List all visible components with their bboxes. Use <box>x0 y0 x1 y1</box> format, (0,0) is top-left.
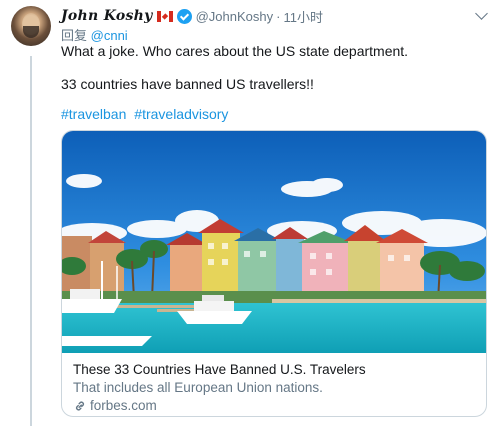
card-description: That includes all European Union nations… <box>73 380 323 395</box>
tweet-text-line-2: 33 countries have banned US travellers!! <box>61 76 314 92</box>
reply-mention-link[interactable]: @cnni <box>91 28 128 43</box>
thread-connector-line <box>30 56 32 426</box>
reply-prefix: 回复 <box>61 28 88 43</box>
card-domain-text: forbes.com <box>90 398 157 413</box>
canada-flag-icon <box>156 10 173 22</box>
card-image[interactable] <box>62 131 486 353</box>
card-domain: forbes.com <box>73 398 366 413</box>
verified-badge-icon <box>176 8 192 24</box>
avatar[interactable] <box>11 6 51 46</box>
tweet-timestamp[interactable]: 11小时 <box>283 7 323 26</box>
chevron-down-icon[interactable] <box>475 7 488 20</box>
tweet-header: John Koshy @JohnKoshy · 11小时 <box>61 7 323 25</box>
avatar-beard <box>23 26 39 38</box>
display-name[interactable]: John Koshy <box>61 8 153 24</box>
link-icon <box>75 400 85 411</box>
hashtags: #travelban #traveladvisory <box>61 106 228 122</box>
hashtag-link[interactable]: #travelban <box>61 106 126 122</box>
marina-photo <box>62 131 486 353</box>
separator-dot: · <box>276 8 281 24</box>
card-title[interactable]: These 33 Countries Have Banned U.S. Trav… <box>73 362 366 377</box>
card-body: These 33 Countries Have Banned U.S. Trav… <box>73 362 366 413</box>
user-handle[interactable]: @JohnKoshy <box>196 9 274 24</box>
reply-context: 回复 @cnni <box>61 25 128 44</box>
hashtag-link[interactable]: #traveladvisory <box>134 106 228 122</box>
link-preview-card[interactable]: These 33 Countries Have Banned U.S. Trav… <box>61 130 487 417</box>
tweet-text-line-1: What a joke. Who cares about the US stat… <box>61 43 409 59</box>
